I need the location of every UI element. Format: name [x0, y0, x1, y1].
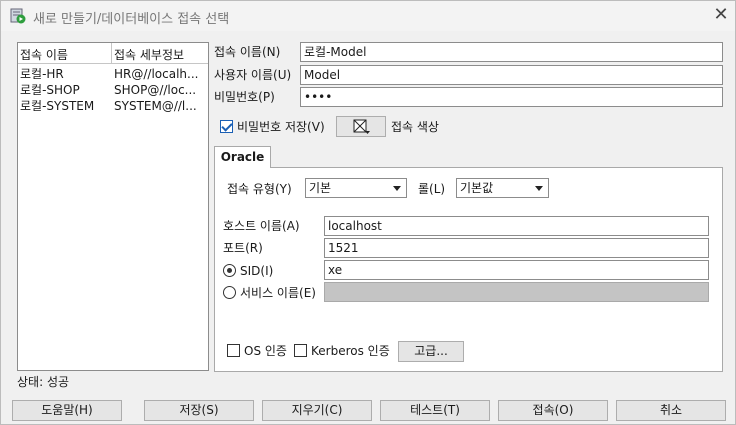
service-name-input [324, 282, 709, 302]
kerberos-label: Kerberos 인증 [311, 344, 390, 358]
service-name-label: 서비스 이름(E) [240, 286, 316, 300]
save-button[interactable]: 저장(S) [144, 400, 254, 421]
host-label: 호스트 이름(A) [223, 219, 300, 233]
conn-name-input[interactable]: 로컬-Model [300, 42, 723, 62]
conn-name-label: 접속 이름(N) [214, 45, 281, 59]
password-input[interactable]: •••• [300, 87, 723, 107]
color-label: 접속 색상 [391, 120, 439, 134]
test-button[interactable]: 테스트(T) [380, 400, 490, 421]
connection-list[interactable]: 접속 이름 접속 세부정보 로컬-HR HR@//localh... 로컬-SH… [17, 42, 209, 371]
sid-input[interactable]: xe [324, 260, 709, 280]
connection-name: 로컬-SYSTEM [20, 99, 95, 113]
oracle-tab-panel: 접속 유형(Y) 기본 롤(L) 기본값 호스트 이름(A) localhost… [214, 167, 723, 372]
column-header-name[interactable]: 접속 이름 [20, 46, 68, 63]
host-input[interactable]: localhost [324, 216, 709, 236]
color-picker-icon [353, 119, 371, 138]
close-icon[interactable]: ✕ [709, 3, 733, 27]
connection-name: 로컬-SHOP [20, 83, 80, 97]
service-name-radio[interactable] [223, 286, 236, 299]
connection-details: HR@//localh... [114, 67, 199, 81]
connection-name: 로컬-HR [20, 67, 64, 81]
table-row[interactable]: 로컬-SHOP SHOP@//loc... [18, 82, 208, 98]
role-value: 기본값 [460, 181, 494, 195]
role-select[interactable]: 기본값 [456, 178, 549, 198]
conn-type-select[interactable]: 기본 [305, 178, 407, 198]
table-row[interactable]: 로컬-SYSTEM SYSTEM@//l... [18, 98, 208, 114]
connection-details: SHOP@//loc... [114, 83, 197, 97]
connect-button[interactable]: 접속(O) [498, 400, 608, 421]
column-header-details[interactable]: 접속 세부정보 [114, 46, 184, 63]
tab-oracle[interactable]: Oracle [214, 146, 271, 168]
port-label: 포트(R) [223, 241, 263, 255]
save-password-label: 비밀번호 저장(V) [237, 120, 325, 134]
conn-type-value: 기본 [309, 181, 332, 195]
save-password-checkbox[interactable] [220, 120, 233, 133]
cancel-button[interactable]: 취소 [616, 400, 726, 421]
conn-type-label: 접속 유형(Y) [227, 182, 292, 196]
username-input[interactable]: Model [300, 65, 723, 85]
password-label: 비밀번호(P) [214, 90, 275, 104]
os-auth-label: OS 인증 [244, 344, 287, 358]
title-bar: 새로 만들기/데이터베이스 접속 선택 ✕ [1, 1, 735, 31]
chevron-down-icon [535, 186, 543, 191]
port-input[interactable]: 1521 [324, 238, 709, 258]
chevron-down-icon [393, 186, 401, 191]
advanced-button[interactable]: 고급... [398, 341, 464, 362]
db-connection-icon [10, 8, 26, 24]
connection-list-header: 접속 이름 접속 세부정보 [18, 43, 208, 64]
color-button[interactable] [336, 116, 386, 137]
clear-button[interactable]: 지우기(C) [262, 400, 372, 421]
status-text: 상태: 성공 [17, 375, 70, 389]
kerberos-checkbox[interactable] [294, 344, 307, 357]
role-label: 롤(L) [418, 182, 446, 196]
os-auth-checkbox[interactable] [227, 344, 240, 357]
window-title: 새로 만들기/데이터베이스 접속 선택 [33, 12, 230, 27]
connection-details: SYSTEM@//l... [114, 99, 197, 113]
username-label: 사용자 이름(U) [214, 68, 292, 82]
sid-radio[interactable] [223, 264, 236, 277]
table-row[interactable]: 로컬-HR HR@//localh... [18, 66, 208, 82]
sid-label: SID(I) [240, 264, 274, 278]
help-button[interactable]: 도움말(H) [12, 400, 122, 421]
connection-dialog: 새로 만들기/데이터베이스 접속 선택 ✕ 접속 이름 접속 세부정보 로컬-H… [0, 0, 736, 425]
